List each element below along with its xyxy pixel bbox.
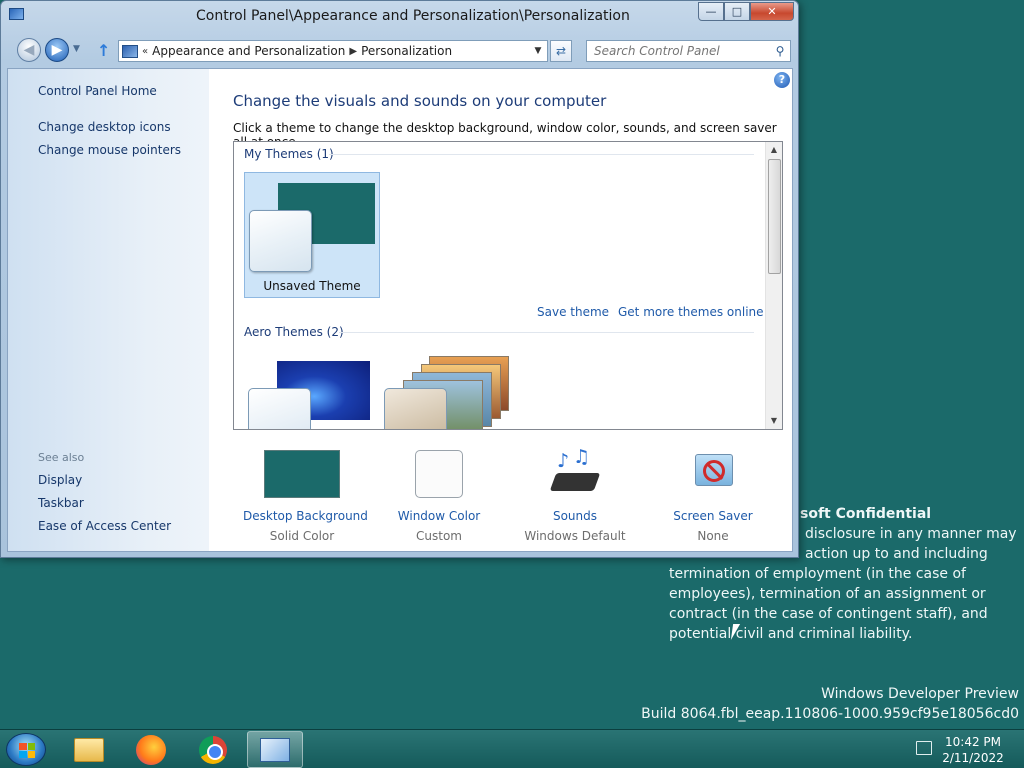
title-bar[interactable]: Control Panel\Appearance and Personaliza…	[1, 1, 798, 31]
chevron-right-icon[interactable]: ▶	[349, 46, 357, 57]
start-orb-icon[interactable]	[6, 733, 46, 766]
save-theme-link[interactable]: Save theme	[537, 305, 609, 319]
group-divider	[329, 154, 754, 155]
close-button[interactable]: ✕	[750, 2, 794, 21]
aero-themes-group-header[interactable]: Aero Themes (2)	[244, 325, 344, 339]
confidential-line: contract (in the case of contingent staf…	[669, 606, 988, 622]
taskbar-firefox[interactable]	[123, 731, 179, 768]
minimize-button[interactable]: —	[698, 2, 724, 21]
window-color-icon	[415, 450, 463, 498]
desktop-background-swatch-icon	[264, 450, 340, 498]
screen-saver-label: Screen Saver	[673, 509, 753, 523]
display-link[interactable]: Display	[38, 473, 82, 487]
preview-title: Windows Developer Preview	[821, 686, 1019, 702]
caption-buttons: — □ ✕	[698, 2, 794, 21]
clock-date: 2/11/2022	[942, 751, 1004, 765]
control-panel-icon	[122, 44, 138, 58]
window-color-label: Window Color	[397, 509, 481, 523]
file-explorer-icon	[74, 737, 104, 762]
chrome-icon	[199, 735, 227, 764]
developer-preview-watermark: Windows Developer Preview Build 8064.fbl…	[641, 684, 1019, 724]
build-string: Build 8064.fbl_eeap.110806-1000.959cf95e…	[641, 706, 1019, 722]
themes-scrollbar[interactable]: ▲ ▼	[765, 142, 782, 429]
address-bar[interactable]: « Appearance and Personalization ▶ Perso…	[118, 40, 548, 62]
screen-saver-value: None	[697, 529, 729, 543]
sounds-value: Windows Default	[524, 529, 626, 543]
ease-of-access-link[interactable]: Ease of Access Center	[38, 519, 171, 533]
window-color-value: Custom	[416, 529, 462, 543]
change-mouse-pointers-link[interactable]: Change mouse pointers	[38, 143, 181, 157]
taskbar: 10:42 PM 2/11/2022	[0, 729, 1024, 768]
back-arrow-icon: ◀	[23, 42, 35, 58]
refresh-icon: ⇄	[555, 44, 567, 58]
personalization-window: Control Panel\Appearance and Personaliza…	[0, 0, 799, 558]
change-desktop-icons-link[interactable]: Change desktop icons	[38, 120, 171, 134]
recent-pages-dropdown[interactable]: ▼	[73, 44, 80, 54]
taskbar-chrome[interactable]	[185, 731, 241, 768]
main-pane: ? Change the visuals and sounds on your …	[209, 69, 792, 551]
back-button[interactable]: ◀	[17, 38, 41, 62]
up-button[interactable]: ↑	[97, 41, 110, 60]
theme-window-preview	[249, 210, 312, 272]
forward-arrow-icon: ▶	[51, 42, 63, 58]
themes-list: My Themes (1) Unsaved Theme Save theme G…	[233, 141, 783, 430]
sounds-label: Sounds	[552, 509, 598, 523]
breadcrumb-personalization[interactable]: Personalization	[357, 44, 456, 58]
desktop-background-value: Solid Color	[269, 529, 335, 543]
scroll-up-icon[interactable]: ▲	[766, 142, 782, 158]
window-title: Control Panel\Appearance and Personaliza…	[196, 8, 630, 24]
group-divider	[339, 332, 754, 333]
scrollbar-thumb[interactable]	[768, 159, 781, 274]
left-pane: Control Panel Home Change desktop icons …	[8, 69, 209, 551]
aero-theme-window-preview	[248, 388, 311, 429]
page-heading: Change the visuals and sounds on your co…	[233, 92, 607, 110]
unsaved-theme-tile[interactable]: Unsaved Theme	[244, 172, 380, 298]
forward-button[interactable]: ▶	[45, 38, 69, 62]
confidential-line: termination of employment (in the case o…	[669, 566, 966, 582]
sounds-button[interactable]: ♪ ♫ Sounds Windows Default	[521, 446, 629, 543]
screen-saver-button[interactable]: Screen Saver None	[671, 450, 755, 543]
refresh-button[interactable]: ⇄	[550, 40, 572, 62]
confidential-line: employees), termination of an assignment…	[669, 586, 986, 602]
aero-theme-window-preview	[384, 388, 447, 429]
content-area: Control Panel Home Change desktop icons …	[7, 68, 793, 552]
window-color-button[interactable]: Window Color Custom	[391, 450, 487, 543]
help-icon[interactable]: ?	[774, 72, 790, 88]
firefox-icon	[136, 734, 166, 765]
breadcrumb-appearance[interactable]: Appearance and Personalization	[148, 44, 349, 58]
taskbar-link[interactable]: Taskbar	[38, 496, 84, 510]
control-panel-icon	[260, 737, 290, 762]
screen-saver-icon	[689, 450, 737, 498]
taskbar-file-explorer[interactable]	[61, 731, 117, 768]
search-input[interactable]	[587, 41, 770, 61]
desktop-background-label: Desktop Background	[243, 509, 368, 523]
navigation-bar: ◀ ▶ ▼ ↑ « Appearance and Personalization…	[1, 35, 798, 65]
system-clock[interactable]: 10:42 PM 2/11/2022	[942, 734, 1004, 766]
search-box[interactable]: ⚲	[586, 40, 791, 62]
sounds-icon: ♪ ♫	[549, 446, 601, 498]
control-panel-icon	[9, 8, 24, 20]
my-themes-group-header[interactable]: My Themes (1)	[244, 147, 334, 161]
scroll-down-icon[interactable]: ▼	[766, 413, 782, 429]
action-center-flag-icon[interactable]	[916, 741, 932, 755]
get-more-themes-link[interactable]: Get more themes online	[618, 305, 764, 319]
maximize-button[interactable]: □	[724, 2, 750, 21]
confidential-line: potential civil and criminal liability.	[669, 626, 913, 642]
desktop-background-button[interactable]: Desktop Background Solid Color	[243, 450, 368, 543]
search-icon[interactable]: ⚲	[770, 44, 790, 58]
see-also-label: See also	[38, 451, 85, 464]
taskbar-control-panel[interactable]	[247, 731, 303, 768]
unsaved-theme-label: Unsaved Theme	[263, 279, 361, 293]
chevron-down-icon[interactable]: ▼	[529, 46, 547, 56]
clock-time: 10:42 PM	[945, 735, 1001, 749]
control-panel-home-link[interactable]: Control Panel Home	[38, 84, 157, 98]
